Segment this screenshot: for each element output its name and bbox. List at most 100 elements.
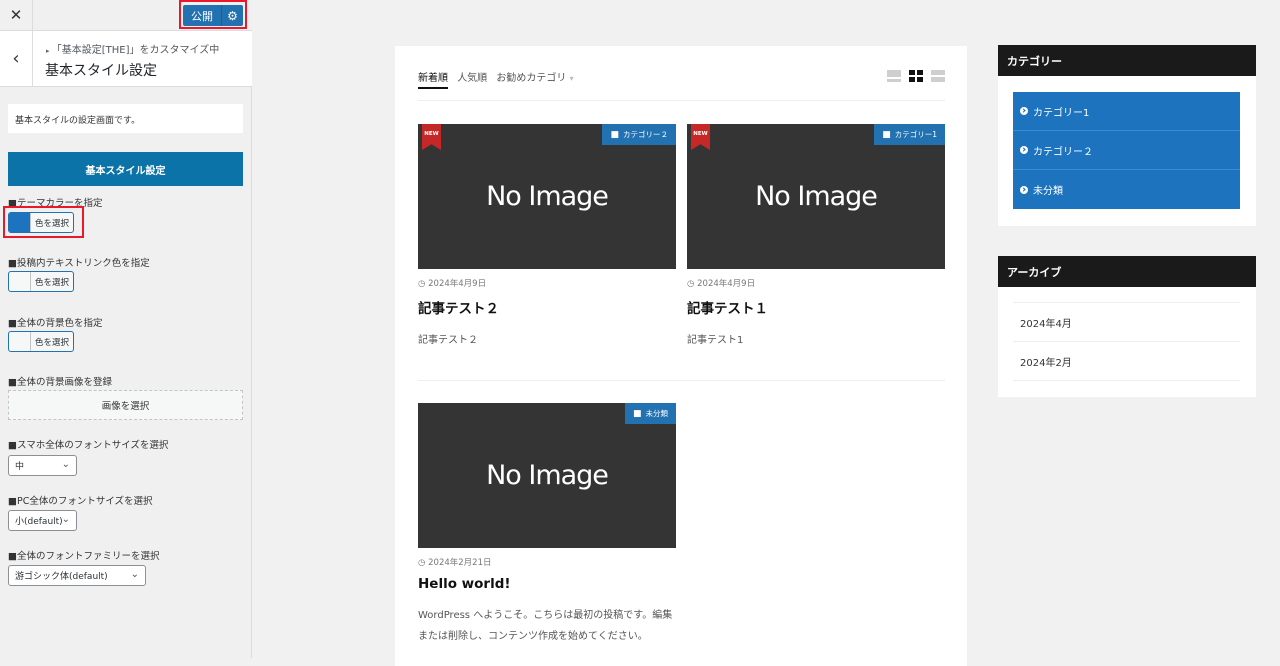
no-image-placeholder: No Image [486, 460, 609, 491]
font-family-select[interactable]: 游ゴシック体(default) ⌄ [8, 565, 146, 586]
bg-color-picker[interactable]: 色を選択 [8, 331, 74, 352]
no-image-placeholder: No Image [486, 181, 609, 212]
archive-widget-title: アーカイブ [998, 256, 1256, 287]
archive-item[interactable]: 2024年2月 [1013, 342, 1240, 381]
post-title[interactable]: 記事テスト２ [418, 297, 676, 317]
archive-item[interactable]: 2024年4月 [1013, 303, 1240, 342]
back-button[interactable]: ‹ [0, 31, 33, 86]
tab-popular[interactable]: 人気順 [457, 69, 487, 87]
theme-color-button-label: 色を選択 [34, 218, 69, 229]
category-item[interactable]: 未分類 [1013, 170, 1240, 209]
link-color-button-label: 色を選択 [34, 277, 69, 288]
font-family-value: 游ゴシック体(default) [15, 572, 108, 582]
dropdown-arrow-icon: ▾ [569, 74, 574, 83]
tab-recommended-label: お勧めカテゴリ [496, 73, 567, 84]
category-badge[interactable]: ■ カテゴリー２ [602, 124, 676, 145]
folder-icon: ■ [610, 129, 619, 140]
link-color-label: ■投稿内テキストリンク色を指定 [8, 258, 150, 269]
post-card: No Image NEW ■ カテゴリー２ ◷ 2024年4月9日 記事テスト２ … [418, 124, 676, 351]
bg-image-label: ■全体の背景画像を登録 [8, 377, 112, 388]
customizer-sidebar: ✕ 公開 ⚙ ‹ ▸ 「基本設定[THE]」をカスタマイズ中 基本スタイル設定 … [0, 0, 252, 658]
pc-font-size-select[interactable]: 小(default) ⌄ [8, 510, 77, 531]
post-date: ◷ 2024年4月9日 [418, 277, 676, 289]
post-date: ◷ 2024年4月9日 [687, 277, 945, 289]
archive-widget: アーカイブ 2024年4月 2024年2月 [998, 256, 1256, 397]
view-list-icon[interactable] [931, 70, 945, 82]
post-date-text: 2024年2月21日 [428, 558, 492, 568]
post-card: No Image NEW ■ カテゴリー1 ◷ 2024年4月9日 記事テスト１ … [687, 124, 945, 351]
category-list: カテゴリー1 カテゴリー２ 未分類 [1013, 92, 1240, 209]
chevron-circle-icon [1020, 146, 1028, 154]
publish-highlight-box: 公開 ⚙ [179, 0, 247, 29]
post-card: No Image ■ 未分類 ◷ 2024年2月21日 Hello world! … [418, 403, 676, 647]
chevron-circle-icon [1020, 185, 1028, 194]
category-badge-label: 未分類 [645, 409, 669, 418]
sp-font-size-select[interactable]: 中 ⌄ [8, 455, 77, 476]
gear-icon[interactable]: ⚙ [222, 9, 243, 23]
link-color-swatch [9, 272, 31, 291]
post-title[interactable]: 記事テスト１ [687, 297, 945, 317]
link-color-picker[interactable]: 色を選択 [8, 271, 74, 292]
post-title[interactable]: Hello world! [418, 576, 676, 592]
category-item-label: カテゴリー1 [1033, 107, 1090, 119]
sp-font-size-label: ■スマホ全体のフォントサイズを選択 [8, 440, 169, 451]
publish-label: 公開 [191, 9, 213, 23]
bg-color-label: ■全体の背景色を指定 [8, 318, 103, 329]
sp-font-size-value: 中 [15, 462, 25, 472]
category-widget-title: カテゴリー [998, 45, 1256, 76]
category-item-label: カテゴリー２ [1033, 146, 1093, 158]
chevron-circle-icon [1020, 107, 1028, 115]
bg-color-button-label: 色を選択 [34, 337, 69, 348]
section-description: 基本スタイルの設定画面です。 [8, 104, 243, 133]
tabs-divider [418, 100, 945, 101]
category-badge-label: カテゴリー1 [894, 130, 937, 139]
tab-recommended[interactable]: お勧めカテゴリ ▾ [496, 69, 573, 87]
theme-color-label: ■テーマカラーを指定 [8, 198, 103, 209]
post-excerpt: 記事テスト1 [687, 335, 744, 346]
chevron-down-icon: ⌄ [130, 569, 139, 580]
section-title: 基本スタイル設定 [45, 63, 157, 79]
pc-font-size-value: 小(default) [15, 517, 63, 527]
close-customizer-button[interactable]: ✕ [0, 0, 33, 30]
customizer-header: ✕ 公開 ⚙ [0, 0, 252, 31]
chevron-down-icon: ⌄ [61, 514, 70, 525]
clock-icon: ◷ [418, 279, 426, 289]
category-badge[interactable]: ■ カテゴリー1 [874, 124, 945, 145]
select-image-button[interactable]: 画像を選択 [8, 390, 243, 420]
clock-icon: ◷ [418, 558, 426, 568]
close-icon: ✕ [9, 6, 23, 24]
archive-list: 2024年4月 2024年2月 [1013, 302, 1240, 381]
category-badge-label: カテゴリー２ [623, 130, 668, 139]
theme-color-swatch [9, 213, 31, 232]
publish-button[interactable]: 公開 ⚙ [183, 5, 243, 26]
category-item[interactable]: カテゴリー２ [1013, 131, 1240, 170]
post-date-text: 2024年4月9日 [428, 279, 487, 289]
pc-font-size-label: ■PC全体のフォントサイズを選択 [8, 496, 153, 507]
folder-icon: ■ [632, 408, 642, 419]
post-excerpt: WordPress へようこそ。こちらは最初の投稿です。編集または削除し、コンテ… [418, 610, 673, 642]
post-date: ◷ 2024年2月21日 [418, 556, 676, 568]
folder-icon: ■ [882, 129, 891, 140]
style-settings-banner: 基本スタイル設定 [8, 152, 243, 186]
view-large-icon[interactable] [887, 70, 901, 82]
post-thumbnail[interactable]: No Image NEW ■ カテゴリー1 [687, 124, 945, 269]
view-switcher [887, 70, 945, 82]
chevron-down-icon: ⌄ [61, 459, 70, 470]
theme-color-picker[interactable]: 色を選択 [8, 212, 74, 233]
post-excerpt: 記事テスト２ [418, 335, 478, 346]
posts-row-divider [418, 380, 945, 381]
category-widget: カテゴリー カテゴリー1 カテゴリー２ 未分類 [998, 45, 1256, 226]
no-image-placeholder: No Image [755, 181, 878, 212]
view-grid-icon[interactable] [909, 70, 923, 82]
tab-newest[interactable]: 新着順 [418, 69, 448, 89]
new-badge: NEW [422, 124, 441, 150]
bg-color-swatch [9, 332, 31, 351]
post-thumbnail[interactable]: No Image ■ 未分類 [418, 403, 676, 548]
section-header: ‹ ▸ 「基本設定[THE]」をカスタマイズ中 基本スタイル設定 [0, 31, 252, 87]
category-badge[interactable]: ■ 未分類 [624, 403, 676, 424]
post-thumbnail[interactable]: No Image NEW ■ カテゴリー２ [418, 124, 676, 269]
chevron-left-icon: ‹ [12, 48, 20, 69]
breadcrumb-text: 「基本設定[THE]」をカスタマイズ中 [51, 45, 220, 56]
clock-icon: ◷ [687, 279, 695, 289]
category-item[interactable]: カテゴリー1 [1013, 92, 1240, 131]
